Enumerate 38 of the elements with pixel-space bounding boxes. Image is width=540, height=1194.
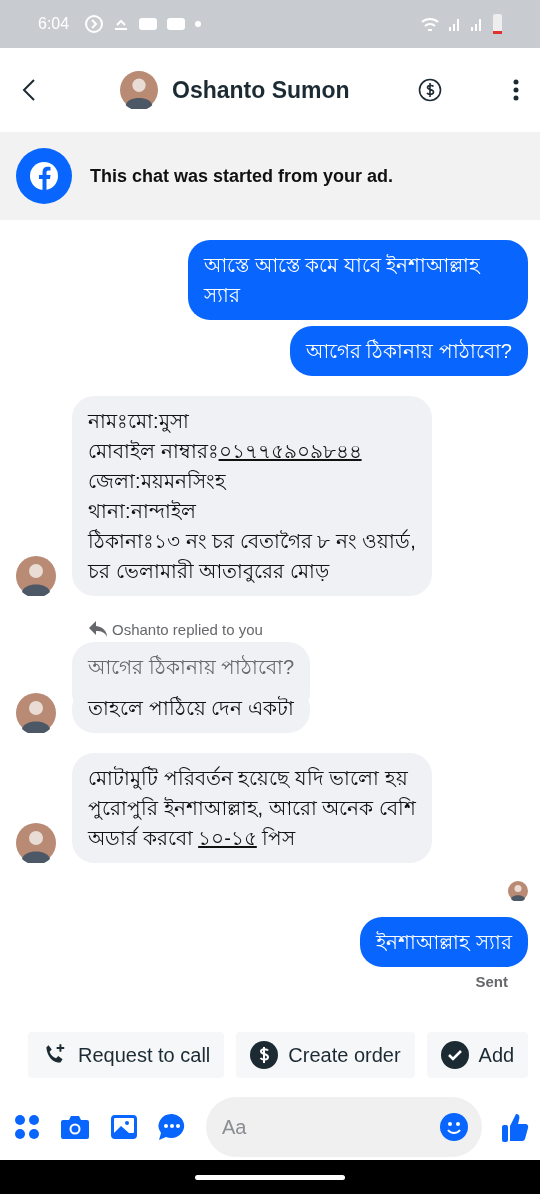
dollar-icon (250, 1041, 279, 1069)
message-bubble: আগের ঠিকানায় পাঠাবো? (289, 326, 528, 376)
signal-icon (449, 17, 461, 31)
dot-icon (195, 21, 202, 27)
battery-icon (493, 14, 502, 34)
more-button[interactable] (512, 79, 520, 101)
message-status: Sent (475, 973, 508, 990)
message-bubble: নামঃমো:মুসা মোবাইল নাম্বারঃ০১৭৭৫৯০৯৮৪৪ জেলা:ময়মনসিংহ থানা:নান্দাইল ঠিকানাঃ১৩ নং চর বেতাগৈর ৮ নং ওয়ার্ড, চর ভেলামারী আতাবুরের মোড় (72, 396, 432, 596)
emoji-icon[interactable] (440, 1113, 468, 1141)
avatar (16, 693, 56, 733)
dollar-button[interactable] (418, 78, 442, 102)
apps-button[interactable] (14, 1114, 40, 1140)
video-icon (167, 18, 186, 30)
message-bubble: মোটামুটি পরিবর্তন হয়েছে যদি ভালো হয় পুরোপুরি ইনশাআল্লাহ, আরো অনেক বেশি অডার্র করবো ১০-১৫ পিস (72, 753, 432, 863)
message-field[interactable]: Aa (206, 1097, 482, 1157)
video-icon (139, 18, 158, 30)
contact-name: Oshanto Sumon (172, 76, 350, 104)
wifi-icon (421, 17, 439, 31)
like-button[interactable] (502, 1112, 530, 1142)
message-bubble: আস্তে আস্তে কমে যাবে ইনশাআল্লাহ স্যার (188, 240, 528, 320)
quick-action-chip[interactable]: Add (426, 1032, 529, 1078)
quick-action-chip[interactable]: Create order (236, 1032, 415, 1078)
quick-action-chip[interactable]: Request to call (28, 1032, 225, 1078)
message-bubble: ইনশাআল্লাহ স্যার (360, 917, 528, 967)
check-icon (440, 1041, 469, 1069)
gallery-button[interactable] (110, 1114, 138, 1140)
avatar (16, 823, 56, 863)
chat-bubble-button[interactable] (158, 1113, 186, 1141)
avatar (120, 71, 158, 109)
camera-button[interactable] (60, 1114, 90, 1140)
avatar (16, 556, 56, 596)
signal-icon (471, 17, 483, 31)
avatar (508, 881, 528, 901)
reply-label: Oshanto replied to you (88, 620, 263, 638)
ad-notice: This chat was started from your ad. (90, 165, 394, 187)
facebook-icon (16, 148, 72, 204)
reply-icon (88, 620, 108, 638)
home-indicator[interactable] (195, 1174, 345, 1180)
